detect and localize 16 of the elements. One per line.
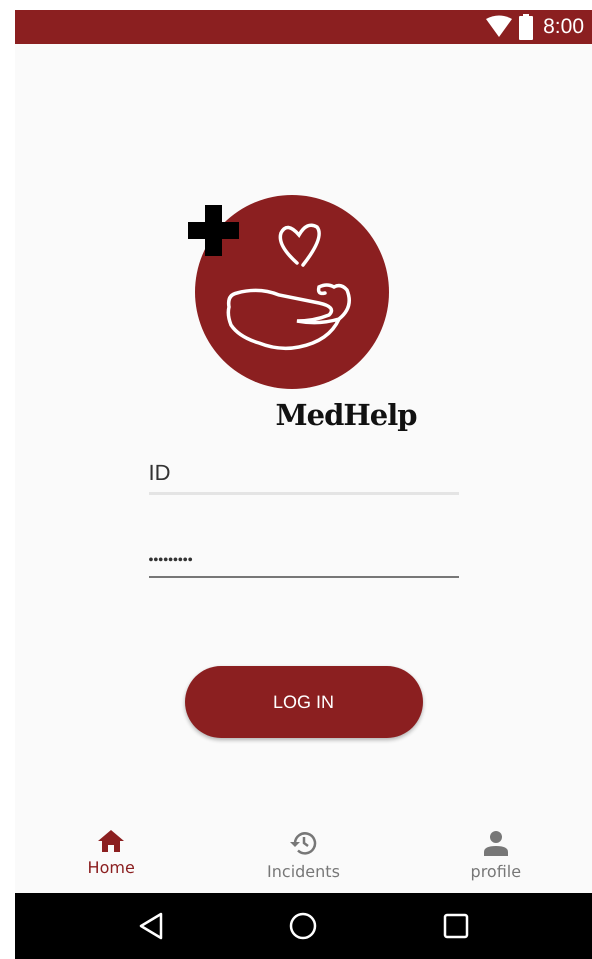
history-icon	[289, 830, 318, 856]
password-field[interactable]: •••••••••	[148, 537, 458, 578]
nav-tab[interactable]: profile	[430, 826, 561, 885]
wifi-icon	[485, 15, 514, 39]
back-icon[interactable]	[138, 912, 164, 940]
nav-tab[interactable]: Home	[46, 826, 176, 885]
battery-icon	[519, 14, 534, 40]
login-button[interactable]: LOG IN	[184, 666, 422, 738]
id-field[interactable]: ID	[148, 452, 458, 495]
app-title: MedHelp	[276, 398, 416, 432]
home-circle-icon[interactable]	[289, 912, 318, 940]
home-icon	[98, 830, 124, 852]
recents-icon[interactable]	[443, 913, 470, 939]
status-time: 8:00	[543, 15, 584, 39]
person-icon	[482, 830, 509, 856]
nav-tab[interactable]: Incidents	[238, 826, 368, 885]
